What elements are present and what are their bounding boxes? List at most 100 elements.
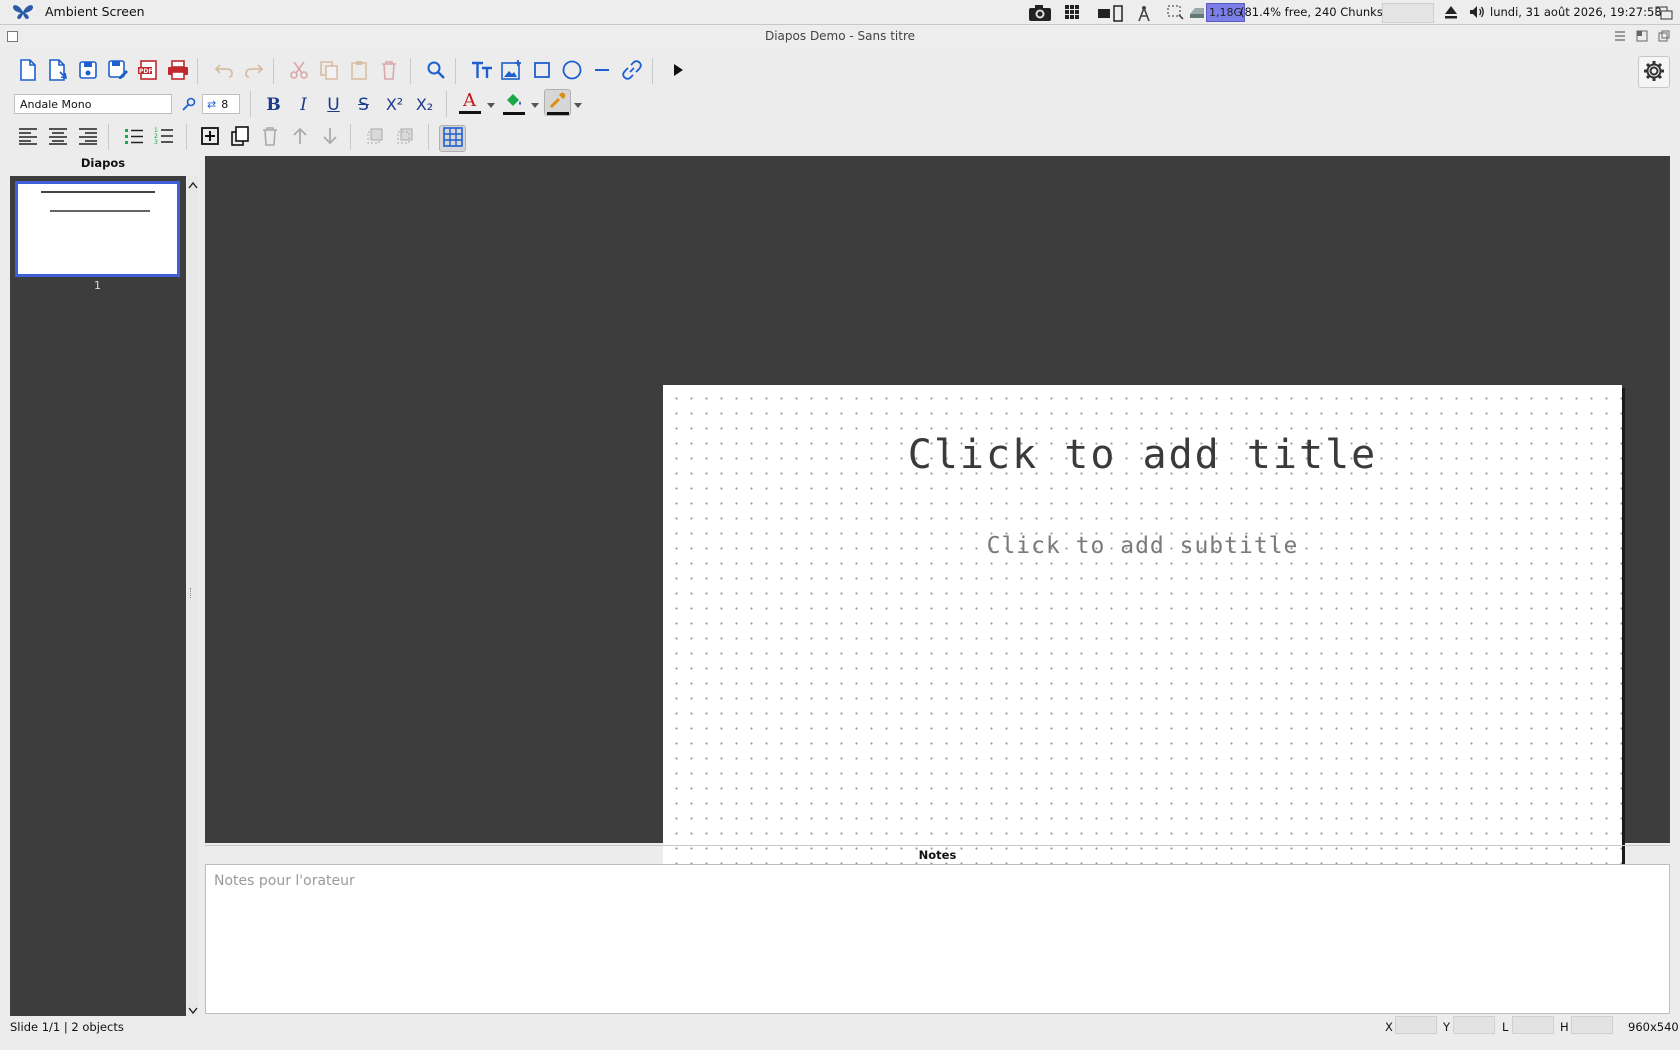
delete-slide-button[interactable] <box>256 124 283 151</box>
cut-button[interactable] <box>285 58 312 85</box>
arrow-up-icon <box>291 127 309 148</box>
send-backward-button[interactable] <box>392 124 419 151</box>
add-slide-button[interactable] <box>196 124 223 151</box>
memory-detail: (81.4% free, 240 Chunks) <box>1240 5 1388 19</box>
pdf-icon: PDF <box>137 59 159 84</box>
insert-rectangle-button[interactable] <box>528 58 555 85</box>
restore-icon[interactable] <box>1658 30 1670 45</box>
open-document-icon <box>47 59 69 84</box>
link-icon <box>621 59 643 84</box>
bold-button[interactable]: B <box>260 91 287 118</box>
disk-icon[interactable] <box>1188 4 1206 20</box>
new-document-icon <box>18 59 38 84</box>
save-as-button[interactable] <box>104 58 131 85</box>
volume-icon[interactable] <box>1468 4 1486 20</box>
slide-subtitle-placeholder[interactable]: Click to add subtitle <box>663 533 1622 559</box>
scroll-down-icon[interactable] <box>188 1004 198 1018</box>
butterfly-logo-icon[interactable] <box>12 3 34 21</box>
notes-title: Notes <box>918 848 957 862</box>
save-button[interactable] <box>74 58 101 85</box>
status-y-field <box>1453 1016 1495 1034</box>
status-l-field <box>1512 1016 1554 1034</box>
align-center-button[interactable] <box>44 124 71 151</box>
play-icon <box>670 62 686 81</box>
fill-color-button[interactable] <box>500 89 527 116</box>
app-name[interactable]: Ambient Screen <box>45 4 145 19</box>
send-backward-icon <box>396 126 416 149</box>
superscript-button[interactable]: X² <box>381 91 408 118</box>
bullet-list-button[interactable] <box>120 124 147 151</box>
insert-image-button[interactable] <box>498 58 525 85</box>
redo-button[interactable] <box>240 58 267 85</box>
text-color-dropdown-icon[interactable] <box>487 98 495 112</box>
maximize-icon[interactable] <box>1636 30 1648 45</box>
system-top-bar: Ambient Screen 1,18G (81.4% free, 240 Ch… <box>0 0 1680 25</box>
status-x-label: X <box>1385 1020 1393 1034</box>
new-document-button[interactable] <box>14 58 41 85</box>
search-button[interactable] <box>422 58 449 85</box>
scroll-up-icon[interactable] <box>188 178 198 192</box>
settings-button[interactable] <box>1638 56 1670 88</box>
align-left-button[interactable] <box>14 124 41 151</box>
network-antenna-icon[interactable] <box>1134 4 1154 22</box>
slide-thumbnail[interactable] <box>15 181 180 277</box>
trash-icon <box>380 60 398 83</box>
slide-title-placeholder[interactable]: Click to add title <box>663 432 1622 478</box>
line-color-button[interactable] <box>544 89 571 116</box>
battery-icon[interactable] <box>1097 4 1131 22</box>
window-title-bar: Diapos Demo - Sans titre <box>0 25 1680 47</box>
start-slideshow-button[interactable] <box>664 58 691 85</box>
font-picker-icon[interactable] <box>182 97 196 114</box>
numbered-list-button[interactable]: 123 <box>150 124 177 151</box>
clock[interactable]: lundi, 31 août 2026, 19:27:58 <box>1490 5 1662 19</box>
text-color-button[interactable]: A <box>456 89 483 116</box>
screenshot-region-icon[interactable] <box>1166 4 1184 20</box>
duplicate-slide-button[interactable] <box>226 124 253 151</box>
fill-color-dropdown-icon[interactable] <box>531 98 539 112</box>
window-list-icon[interactable] <box>1655 4 1673 20</box>
subscript-button[interactable]: X₂ <box>411 91 438 118</box>
open-document-button[interactable] <box>44 58 71 85</box>
notes-divider[interactable] <box>205 845 1670 846</box>
copy-button[interactable] <box>315 58 342 85</box>
underline-button[interactable]: U <box>320 91 347 118</box>
eyedropper-icon <box>549 91 567 112</box>
insert-text-button[interactable] <box>468 58 495 85</box>
paste-button[interactable] <box>345 58 372 85</box>
fill-color-swatch <box>502 111 525 115</box>
grid-apps-icon[interactable] <box>1064 4 1080 20</box>
undo-button[interactable] <box>210 58 237 85</box>
image-icon <box>500 59 523 84</box>
move-slide-up-button[interactable] <box>286 124 313 151</box>
eject-icon[interactable] <box>1444 4 1458 20</box>
font-family-field[interactable]: Andale Mono <box>14 94 172 114</box>
insert-ellipse-button[interactable] <box>558 58 585 85</box>
status-l-label: L <box>1502 1020 1509 1034</box>
status-h-field <box>1571 1016 1613 1034</box>
export-pdf-button[interactable]: PDF <box>134 58 161 85</box>
italic-button[interactable]: I <box>290 91 317 118</box>
print-button[interactable] <box>164 58 191 85</box>
speaker-notes-input[interactable] <box>206 865 1669 1013</box>
align-right-button[interactable] <box>74 124 101 151</box>
slide[interactable]: Click to add title Click to add subtitle <box>663 385 1622 924</box>
camera-icon[interactable] <box>1028 4 1052 21</box>
window-menu-icon[interactable] <box>1614 30 1626 45</box>
insert-line-button[interactable] <box>588 58 615 85</box>
line-color-dropdown-icon[interactable] <box>574 98 582 112</box>
toggle-grid-button[interactable] <box>439 125 466 152</box>
svg-text:3: 3 <box>154 139 158 146</box>
strikethrough-button[interactable]: S <box>350 91 377 118</box>
delete-button[interactable] <box>375 58 402 85</box>
splitter-handle[interactable] <box>190 588 194 598</box>
paint-bucket-icon <box>504 91 524 112</box>
slide-canvas[interactable]: Click to add title Click to add subtitle <box>205 156 1670 924</box>
insert-link-button[interactable] <box>618 58 645 85</box>
grid-icon <box>442 127 463 150</box>
notes-panel <box>205 864 1670 1014</box>
save-as-icon <box>107 59 129 84</box>
bring-forward-button[interactable] <box>362 124 389 151</box>
font-size-field[interactable]: ⇄ 8 <box>202 94 240 114</box>
move-slide-down-button[interactable] <box>316 124 343 151</box>
thumb-subtitle-line <box>50 210 150 212</box>
